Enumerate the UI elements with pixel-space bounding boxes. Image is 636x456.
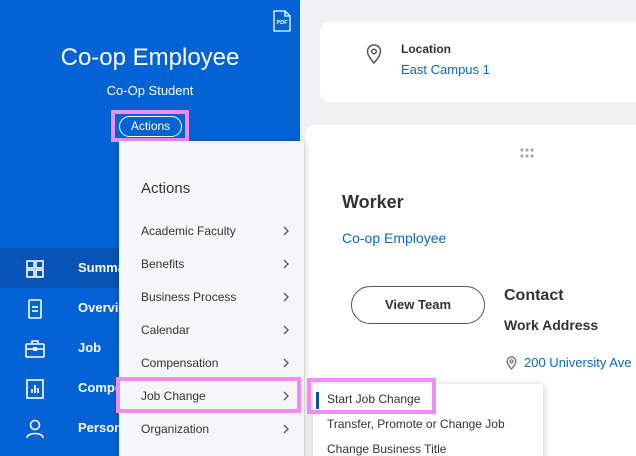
employee-title: Co-Op Student (106, 83, 194, 98)
work-address-link[interactable]: 200 University Ave (524, 355, 631, 370)
address-pin-icon (506, 356, 517, 370)
overview-doc-icon (28, 299, 42, 319)
summary-grid-icon (26, 260, 44, 278)
location-pin-icon (366, 44, 382, 64)
menu-item-academic-faculty[interactable]: Academic Faculty (119, 215, 304, 248)
menu-item-calendar[interactable]: Calendar (119, 314, 304, 347)
menu-item-label: Benefits (141, 257, 185, 271)
start-job-change-highlight (307, 378, 436, 414)
menu-item-label: Compensation (141, 356, 219, 370)
view-team-button[interactable]: View Team (351, 286, 485, 324)
actions-highlight (111, 110, 189, 142)
submenu-item-transfer-promote[interactable]: Transfer, Promote or Change Job (313, 412, 543, 436)
svg-text:PDF: PDF (277, 20, 289, 26)
menu-item-label: Organization (141, 422, 210, 436)
menu-item-label: Academic Faculty (141, 224, 236, 238)
nav-item-label: Job (78, 340, 102, 355)
chevron-right-icon (283, 325, 289, 335)
person-icon (26, 419, 44, 439)
work-address-heading: Work Address (504, 317, 599, 333)
menu-item-label: Calendar (141, 323, 190, 337)
compensation-chart-icon (26, 379, 44, 399)
menu-item-label: Business Process (141, 290, 237, 304)
menu-item-organization[interactable]: Organization (119, 413, 304, 446)
employee-name: Co-op Employee (60, 44, 240, 71)
submenu-item-change-business-title[interactable]: Change Business Title (313, 437, 543, 456)
location-value[interactable]: East Campus 1 (401, 62, 490, 77)
submenu-item-label: Change Business Title (327, 442, 447, 456)
job-change-highlight (116, 377, 301, 413)
chevron-right-icon (283, 259, 289, 269)
menu-item-business-process[interactable]: Business Process (119, 281, 304, 314)
nav-item-label: Overvi (78, 300, 119, 315)
pdf-export-icon[interactable]: PDF (273, 10, 291, 32)
menu-item-compensation[interactable]: Compensation (119, 347, 304, 380)
drag-handle-icon[interactable] (519, 147, 535, 159)
actions-menu-title: Actions (141, 180, 191, 197)
worker-heading: Worker (342, 192, 404, 212)
worker-name-link[interactable]: Co-op Employee (342, 230, 446, 246)
submenu-item-label: Transfer, Promote or Change Job (327, 417, 505, 431)
menu-item-benefits[interactable]: Benefits (119, 248, 304, 281)
nav-item-label: Person (78, 420, 123, 435)
nav-item-label: Summa (78, 260, 125, 275)
location-label: Location (401, 42, 451, 56)
chevron-right-icon (283, 292, 289, 302)
chevron-right-icon (283, 358, 289, 368)
chevron-right-icon (283, 424, 289, 434)
contact-heading: Contact (504, 287, 564, 304)
location-card: Location East Campus 1 (320, 22, 636, 102)
job-briefcase-icon (25, 340, 45, 358)
chevron-right-icon (283, 226, 289, 236)
